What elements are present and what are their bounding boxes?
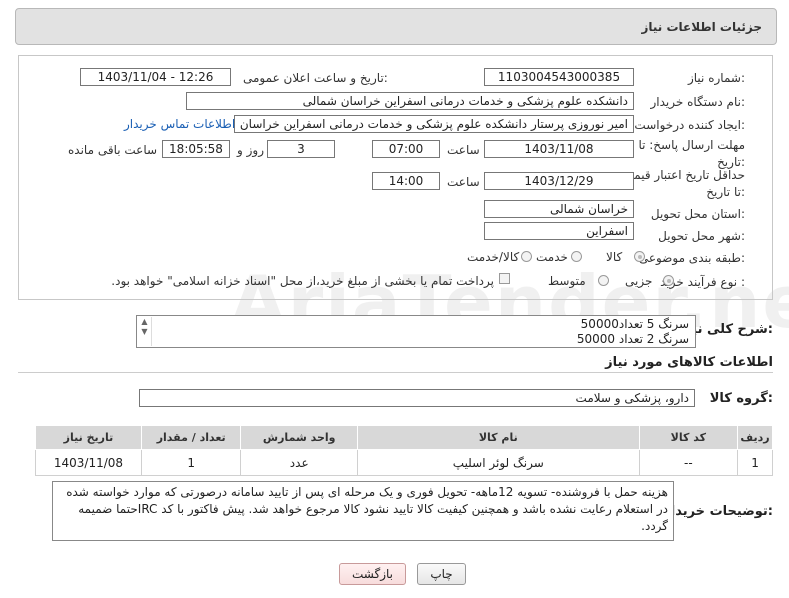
process-radio-minor[interactable] <box>663 275 674 286</box>
category-option-goods-service: کالا/خدمت <box>467 250 520 264</box>
city-field: اسفراین <box>484 222 634 240</box>
buyer-notes-box[interactable]: هزینه حمل با فروشنده- تسویه 12ماهه- تحوی… <box>52 481 674 541</box>
goods-group-field: دارو، پزشکی و سلامت <box>139 389 695 407</box>
description-scrollbar[interactable]: ▲ ▼ <box>138 317 152 346</box>
category-label: طبقه بندی موضوعی: <box>638 251 745 265</box>
col-code: کد کالا <box>638 425 739 450</box>
col-date: تاریخ نیاز <box>35 425 142 450</box>
need-number-label: شماره نیاز: <box>687 71 745 85</box>
process-radio-medium[interactable] <box>598 275 609 286</box>
announce-field: 1403/11/04 - 12:26 <box>80 68 231 86</box>
buyer-notes-label: توضیحات خریدار: <box>663 504 773 519</box>
creator-field: امیر نوروزی پرستار دانشکده علوم پزشکی و … <box>234 115 634 133</box>
need-number-field: 1103004543000385 <box>484 68 634 86</box>
goods-table-header: ردیف کد کالا نام کالا واحد شمارش تعداد /… <box>35 425 773 450</box>
buyer-org-label: نام دستگاه خریدار: <box>650 95 746 109</box>
days-field: 3 <box>267 140 335 158</box>
process-option-minor: جزیی <box>625 274 653 288</box>
announce-label: تاریخ و ساعت اعلان عمومی: <box>243 71 388 85</box>
goods-group-label: گروه کالا: <box>709 391 773 406</box>
col-unit: واحد شمارش <box>240 425 358 450</box>
category-radio-goods-service[interactable] <box>521 251 532 262</box>
deadline-time-label: ساعت <box>447 143 480 157</box>
deadline-date-field: 1403/11/08 <box>484 140 634 158</box>
description-line-2: سرنگ 2 تعداد 50000 <box>576 332 689 346</box>
category-option-service: خدمت <box>536 250 568 264</box>
cell-code: -- <box>638 449 739 476</box>
page-title-bar: جزئیات اطلاعات نیاز <box>15 8 777 45</box>
validity-date-field: 1403/12/29 <box>484 172 634 190</box>
contact-info-link[interactable]: اطلاعات تماس خریدار <box>124 117 235 131</box>
category-radio-goods[interactable] <box>634 251 645 262</box>
days-label: روز و <box>237 143 264 157</box>
divider <box>18 372 773 373</box>
validity-time-label: ساعت <box>447 175 480 189</box>
category-radio-service[interactable] <box>571 251 582 262</box>
cell-row: 1 <box>737 449 773 476</box>
validity-time-field: 14:00 <box>372 172 440 190</box>
table-row: 1 -- سرنگ لوئر اسلیپ عدد 1 1403/11/08 <box>35 449 773 476</box>
payment-checkbox[interactable] <box>499 273 510 284</box>
deadline-label: مهلت ارسال پاسخ: تا تاریخ: <box>638 138 745 169</box>
scroll-up-icon[interactable]: ▲ <box>141 317 147 326</box>
goods-section-title: اطلاعات کالاهای مورد نیاز <box>605 355 773 370</box>
remaining-label: ساعت باقی مانده <box>68 143 158 157</box>
page-title: جزئیات اطلاعات نیاز <box>641 20 762 34</box>
col-qty: تعداد / مقدار <box>140 425 242 450</box>
buyer-org-field: دانشکده علوم پزشکی و خدمات درمانی اسفرای… <box>186 92 634 110</box>
creator-label: ایجاد کننده درخواست: <box>634 118 745 132</box>
cell-name: سرنگ لوئر اسلیپ <box>356 449 640 476</box>
city-label: شهر محل تحویل: <box>658 229 745 243</box>
province-label: استان محل تحویل: <box>650 207 745 221</box>
payment-note: پرداخت تمام یا بخشی از مبلغ خرید،از محل … <box>111 274 494 288</box>
cell-date: 1403/11/08 <box>35 449 142 476</box>
deadline-time-field: 07:00 <box>372 140 440 158</box>
category-option-goods: کالا <box>606 250 623 264</box>
goods-table: ردیف کد کالا نام کالا واحد شمارش تعداد /… <box>35 425 773 476</box>
cell-unit: عدد <box>240 449 358 476</box>
process-option-medium: متوسط <box>548 274 586 288</box>
province-field: خراسان شمالی <box>484 200 634 218</box>
cell-qty: 1 <box>140 449 242 476</box>
col-name: نام کالا <box>356 425 640 450</box>
remaining-time-field: 18:05:58 <box>162 140 230 158</box>
description-box[interactable]: سرنگ 5 تعداد50000 سرنگ 2 تعداد 50000 ▲ ▼ <box>136 315 696 348</box>
description-line-1: سرنگ 5 تعداد50000 <box>580 317 689 331</box>
col-row: ردیف <box>737 425 773 450</box>
scroll-down-icon[interactable]: ▼ <box>141 327 147 336</box>
print-button[interactable]: چاپ <box>417 563 466 585</box>
back-button[interactable]: بازگشت <box>339 563 406 585</box>
